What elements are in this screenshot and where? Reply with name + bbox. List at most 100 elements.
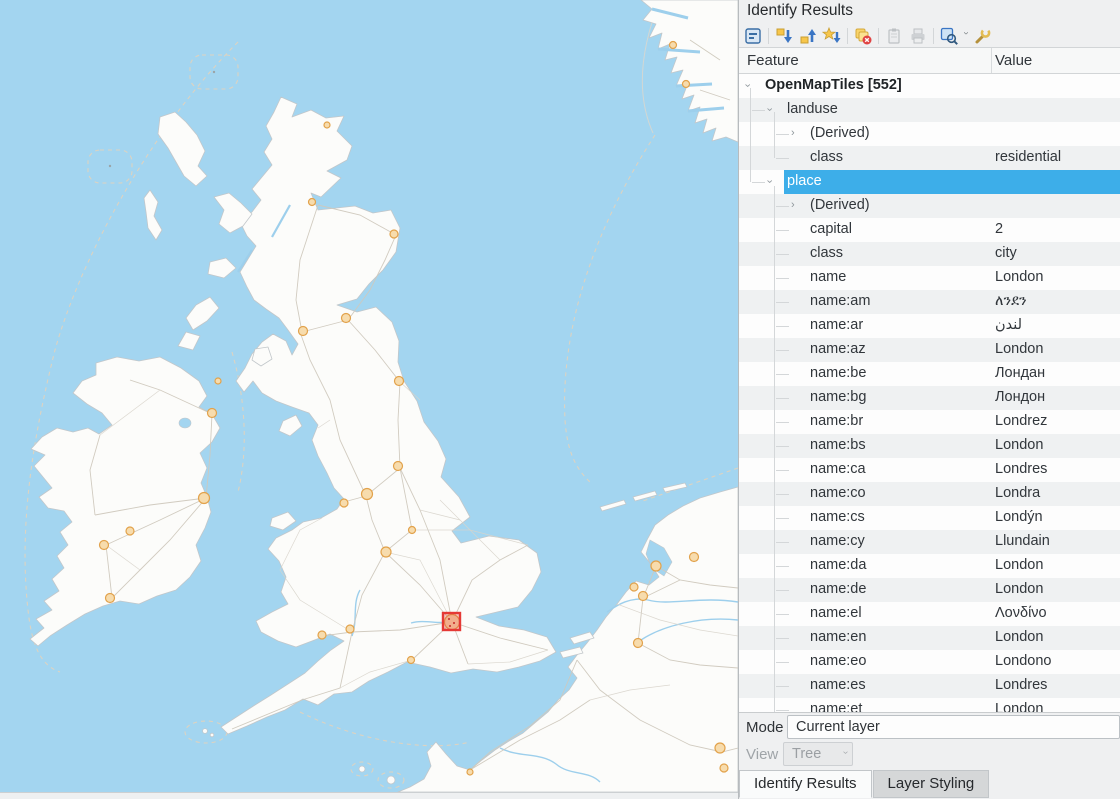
- identify-results-panel: Identify Results › Feature Value ›OpenMa…: [738, 0, 1120, 799]
- toolbar-separator: [878, 28, 879, 44]
- tree-row-name-en[interactable]: name:en London: [739, 626, 1120, 650]
- settings-wrench-icon[interactable]: [970, 25, 994, 47]
- tree-guide-tick: [776, 590, 789, 591]
- tree-row--derived-[interactable]: ›(Derived): [739, 122, 1120, 146]
- tree-row-value: Londrez: [995, 413, 1047, 429]
- tree-row-label: name:ar: [810, 317, 863, 333]
- tree-row-label: name:br: [810, 413, 863, 429]
- tree-row-value: Λονδίνο: [995, 605, 1047, 621]
- tree-row-capital[interactable]: capital 2: [739, 218, 1120, 242]
- tree-row-name-el[interactable]: name:el Λονδίνο: [739, 602, 1120, 626]
- tree-guide-tick: [776, 158, 789, 159]
- column-header-feature[interactable]: Feature: [747, 52, 799, 69]
- tree-guide-tick: [776, 350, 789, 351]
- tree-row-name-bs[interactable]: name:bs London: [739, 434, 1120, 458]
- map-canvas[interactable]: [0, 0, 738, 792]
- identify-highlight: [443, 613, 460, 630]
- toolbar-dropdown-chevron-icon[interactable]: ›: [961, 32, 972, 40]
- tree-row-class[interactable]: classcity: [739, 242, 1120, 266]
- tree-row-label: name:cy: [810, 533, 865, 549]
- chevron-down-icon: ›: [840, 751, 851, 754]
- tree-row-name[interactable]: nameLondon: [739, 266, 1120, 290]
- tree-guide-tick: [776, 710, 789, 711]
- tree-row-label: name:el: [810, 605, 862, 621]
- tree-row-name-be[interactable]: name:beЛондан: [739, 362, 1120, 386]
- tree-row-label: name:bg: [810, 389, 866, 405]
- expand-tree-icon[interactable]: [772, 25, 796, 47]
- tree-row-label: capital: [810, 221, 852, 237]
- tree-row-name-da[interactable]: name:da London: [739, 554, 1120, 578]
- tree-row-label: name:co: [810, 485, 866, 501]
- tree-row-name-co[interactable]: name:co Londra: [739, 482, 1120, 506]
- tree-row-class[interactable]: classresidential: [739, 146, 1120, 170]
- tree-guide-line: [774, 186, 775, 713]
- tree-row-name-cy[interactable]: name:cyLlundain: [739, 530, 1120, 554]
- tree-guide-tick: [776, 446, 789, 447]
- chevron-expanded-icon[interactable]: ›: [762, 108, 775, 112]
- tab-identify-results[interactable]: Identify Results: [739, 770, 872, 798]
- view-row: View Tree ›: [739, 741, 1120, 768]
- tree-row-name-am[interactable]: name:amለንደን: [739, 290, 1120, 314]
- tree-row-label: landuse: [787, 101, 838, 117]
- tree-guide-tick: [776, 374, 789, 375]
- identify-mode-icon[interactable]: [937, 25, 961, 47]
- tree-guide-tick: [776, 638, 789, 639]
- chevron-expanded-icon[interactable]: ›: [762, 180, 775, 184]
- tree-row-label: name:da: [810, 557, 866, 573]
- tree-row-name-cs[interactable]: name:csLondýn: [739, 506, 1120, 530]
- column-header-value[interactable]: Value: [995, 52, 1032, 69]
- column-divider[interactable]: [991, 48, 992, 73]
- tree-row--derived-[interactable]: › (Derived): [739, 194, 1120, 218]
- form-view-icon[interactable]: [741, 25, 765, 47]
- tree-row-landuse[interactable]: › landuse: [739, 98, 1120, 122]
- tree-row-value: Londres: [995, 461, 1047, 477]
- tree-guide-tick: [776, 206, 789, 207]
- tree-row-name-ar[interactable]: name:arلندن: [739, 314, 1120, 338]
- toolbar-separator: [933, 28, 934, 44]
- tree-row-name-ca[interactable]: name:caLondres: [739, 458, 1120, 482]
- tree-row-value: London: [995, 341, 1043, 357]
- tree-row-value: London: [995, 269, 1043, 285]
- expand-new-results-icon[interactable]: [820, 25, 844, 47]
- tree-row-value: London: [995, 437, 1043, 453]
- tree-row-name-br[interactable]: name:br Londrez: [739, 410, 1120, 434]
- tree-row-label: name:am: [810, 293, 870, 309]
- clear-results-icon[interactable]: [851, 25, 875, 47]
- tree-row-name-de[interactable]: name:deLondon: [739, 578, 1120, 602]
- tree-row-label: name:bs: [810, 437, 866, 453]
- tree-row-name-et[interactable]: name:etLondon: [739, 698, 1120, 713]
- tree-row-label: name:en: [810, 629, 866, 645]
- tree-row-label: (Derived): [810, 197, 870, 213]
- tree-row-openmaptiles-552-[interactable]: ›OpenMapTiles [552]: [739, 74, 1120, 98]
- tree-row-name-az[interactable]: name:azLondon: [739, 338, 1120, 362]
- mode-combobox[interactable]: Current layer: [787, 715, 1120, 739]
- tree-row-place[interactable]: ›place: [739, 170, 1120, 194]
- tree-row-name-bg[interactable]: name:bgЛондон: [739, 386, 1120, 410]
- tree-row-name-es[interactable]: name:esLondres: [739, 674, 1120, 698]
- tree-row-label: name:de: [810, 581, 866, 597]
- tree-row-label: class: [810, 245, 843, 261]
- tab-layer-styling[interactable]: Layer Styling: [873, 770, 990, 798]
- tree-row-value: London: [995, 701, 1043, 713]
- tree-header: Feature Value: [739, 47, 1120, 74]
- mode-combobox-value: Current layer: [796, 719, 880, 735]
- collapse-tree-icon[interactable]: [796, 25, 820, 47]
- chevron-collapsed-icon[interactable]: ›: [791, 127, 795, 140]
- toolbar-separator: [847, 28, 848, 44]
- tree-row-value: Londra: [995, 485, 1040, 501]
- tree-row-value: London: [995, 557, 1043, 573]
- tree-row-name-eo[interactable]: name:eoLondono: [739, 650, 1120, 674]
- tree-row-label: name:cs: [810, 509, 865, 525]
- tree-row-label: name:eo: [810, 653, 866, 669]
- tree-row-value: 2: [995, 221, 1003, 237]
- tree-guide-line: [774, 112, 775, 158]
- chevron-collapsed-icon[interactable]: ›: [791, 199, 795, 212]
- tree-guide-tick: [776, 422, 789, 423]
- statusbar-edge: [0, 792, 738, 799]
- view-combobox-value: Tree: [792, 746, 821, 762]
- view-combobox: Tree ›: [783, 742, 853, 766]
- view-label: View: [746, 746, 778, 763]
- tree-row-value: London: [995, 629, 1043, 645]
- chevron-expanded-icon[interactable]: ›: [740, 84, 753, 88]
- selection-highlight: [784, 170, 1120, 194]
